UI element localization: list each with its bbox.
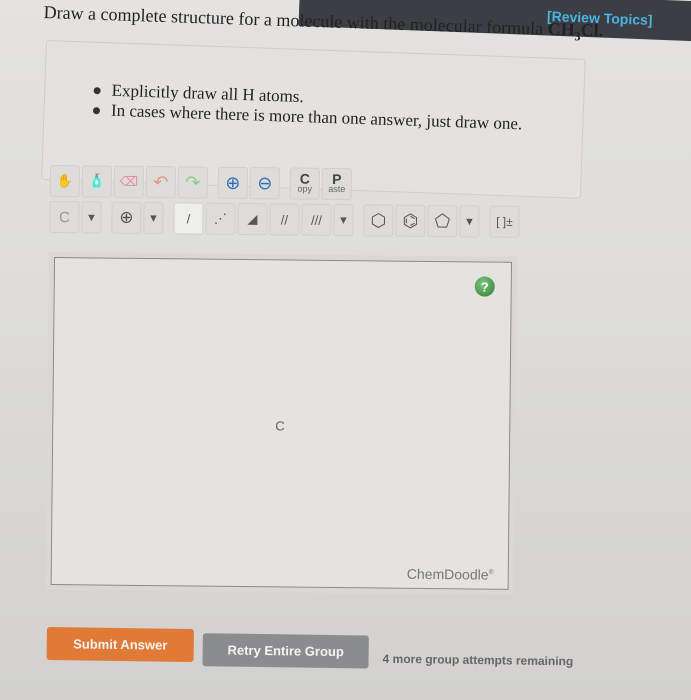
undo-icon: ↶ — [153, 171, 169, 192]
bottle-icon: 🧴 — [88, 173, 106, 189]
zoom-in-button[interactable]: ⊕ — [217, 166, 248, 200]
zoom-in-icon: ⊕ — [225, 172, 241, 193]
attempts-remaining: 4 more group attempts remaining — [382, 651, 574, 669]
pentagon-icon: ⬠ — [434, 210, 451, 231]
charge-plus-icon: ⊕ — [119, 207, 134, 227]
chevron-down-icon: ▾ — [466, 213, 473, 229]
carbon-atom[interactable]: C — [275, 418, 285, 433]
dashed-bond-icon: ⋰ — [213, 210, 228, 226]
triple-bond-button[interactable]: /// — [301, 203, 332, 236]
chevron-down-icon: ▾ — [150, 210, 157, 226]
benzene-icon: ⌬ — [402, 210, 419, 231]
double-bond-icon: // — [280, 211, 289, 227]
bracket-icon: [ ]± — [496, 214, 513, 229]
clear-button[interactable]: 🧴 — [81, 165, 112, 198]
chemdoodle-logo: ChemDoodle® — [406, 565, 494, 583]
wedge-bond-button[interactable]: ◢ — [237, 202, 268, 236]
drawing-canvas[interactable]: ? C ChemDoodle® — [50, 257, 513, 590]
copy-button[interactable]: Copy — [289, 167, 320, 200]
dashed-bond-button[interactable]: ⋰ — [205, 202, 236, 235]
triple-bond-icon: /// — [310, 212, 322, 228]
zoom-out-icon: ⊖ — [257, 172, 273, 193]
bracket-charge-button[interactable]: [ ]± — [489, 205, 520, 238]
molecular-formula: CH3Cl. — [547, 18, 604, 44]
help-icon[interactable]: ? — [474, 276, 495, 297]
toolbar-row-1: ✋ 🧴 ⌫ ↶ ↷ ⊕ ⊖ Copy Paste — [49, 165, 352, 201]
submit-answer-button[interactable]: Submit Answer — [46, 627, 194, 663]
atom-dropdown[interactable]: ▾ — [81, 201, 102, 234]
undo-button[interactable]: ↶ — [145, 166, 176, 199]
ring-dropdown[interactable]: ▾ — [459, 205, 480, 238]
chevron-down-icon: ▾ — [340, 212, 347, 228]
double-bond-button[interactable]: // — [269, 203, 300, 236]
cyclohexane-button[interactable]: ⬡ — [363, 204, 394, 237]
wedge-bond-icon: ◢ — [247, 211, 258, 227]
cyclopentane-button[interactable]: ⬠ — [427, 204, 458, 238]
hand-tool-button[interactable]: ✋ — [49, 165, 80, 198]
eraser-icon: ⌫ — [119, 173, 139, 189]
bond-dropdown[interactable]: ▾ — [333, 203, 354, 237]
atom-label-button[interactable]: C — [49, 200, 80, 234]
charge-button[interactable]: ⊕ — [111, 201, 142, 234]
retry-group-button[interactable]: Retry Entire Group — [202, 633, 369, 669]
redo-icon: ↷ — [185, 171, 201, 193]
single-bond-button[interactable]: / — [173, 202, 204, 235]
benzene-button[interactable]: ⌬ — [395, 204, 426, 237]
chemdoodle-editor: ✋ 🧴 ⌫ ↶ ↷ ⊕ ⊖ Copy Paste C ▾ ⊕ ▾ / ⋰ ◢ /… — [45, 165, 520, 600]
hand-icon: ✋ — [56, 173, 74, 189]
action-bar: Submit Answer Retry Entire Group 4 more … — [46, 627, 686, 676]
single-bond-icon: / — [186, 210, 191, 226]
eraser-button[interactable]: ⌫ — [113, 165, 144, 198]
paste-button[interactable]: Paste — [321, 167, 352, 201]
charge-dropdown[interactable]: ▾ — [143, 201, 164, 235]
redo-button[interactable]: ↷ — [177, 166, 208, 199]
chevron-down-icon: ▾ — [88, 209, 95, 225]
hexagon-icon: ⬡ — [370, 209, 387, 231]
zoom-out-button[interactable]: ⊖ — [249, 167, 280, 200]
toolbar-row-2: C ▾ ⊕ ▾ / ⋰ ◢ // /// ▾ ⬡ ⌬ ⬠ ▾ [ ]± — [49, 200, 520, 238]
